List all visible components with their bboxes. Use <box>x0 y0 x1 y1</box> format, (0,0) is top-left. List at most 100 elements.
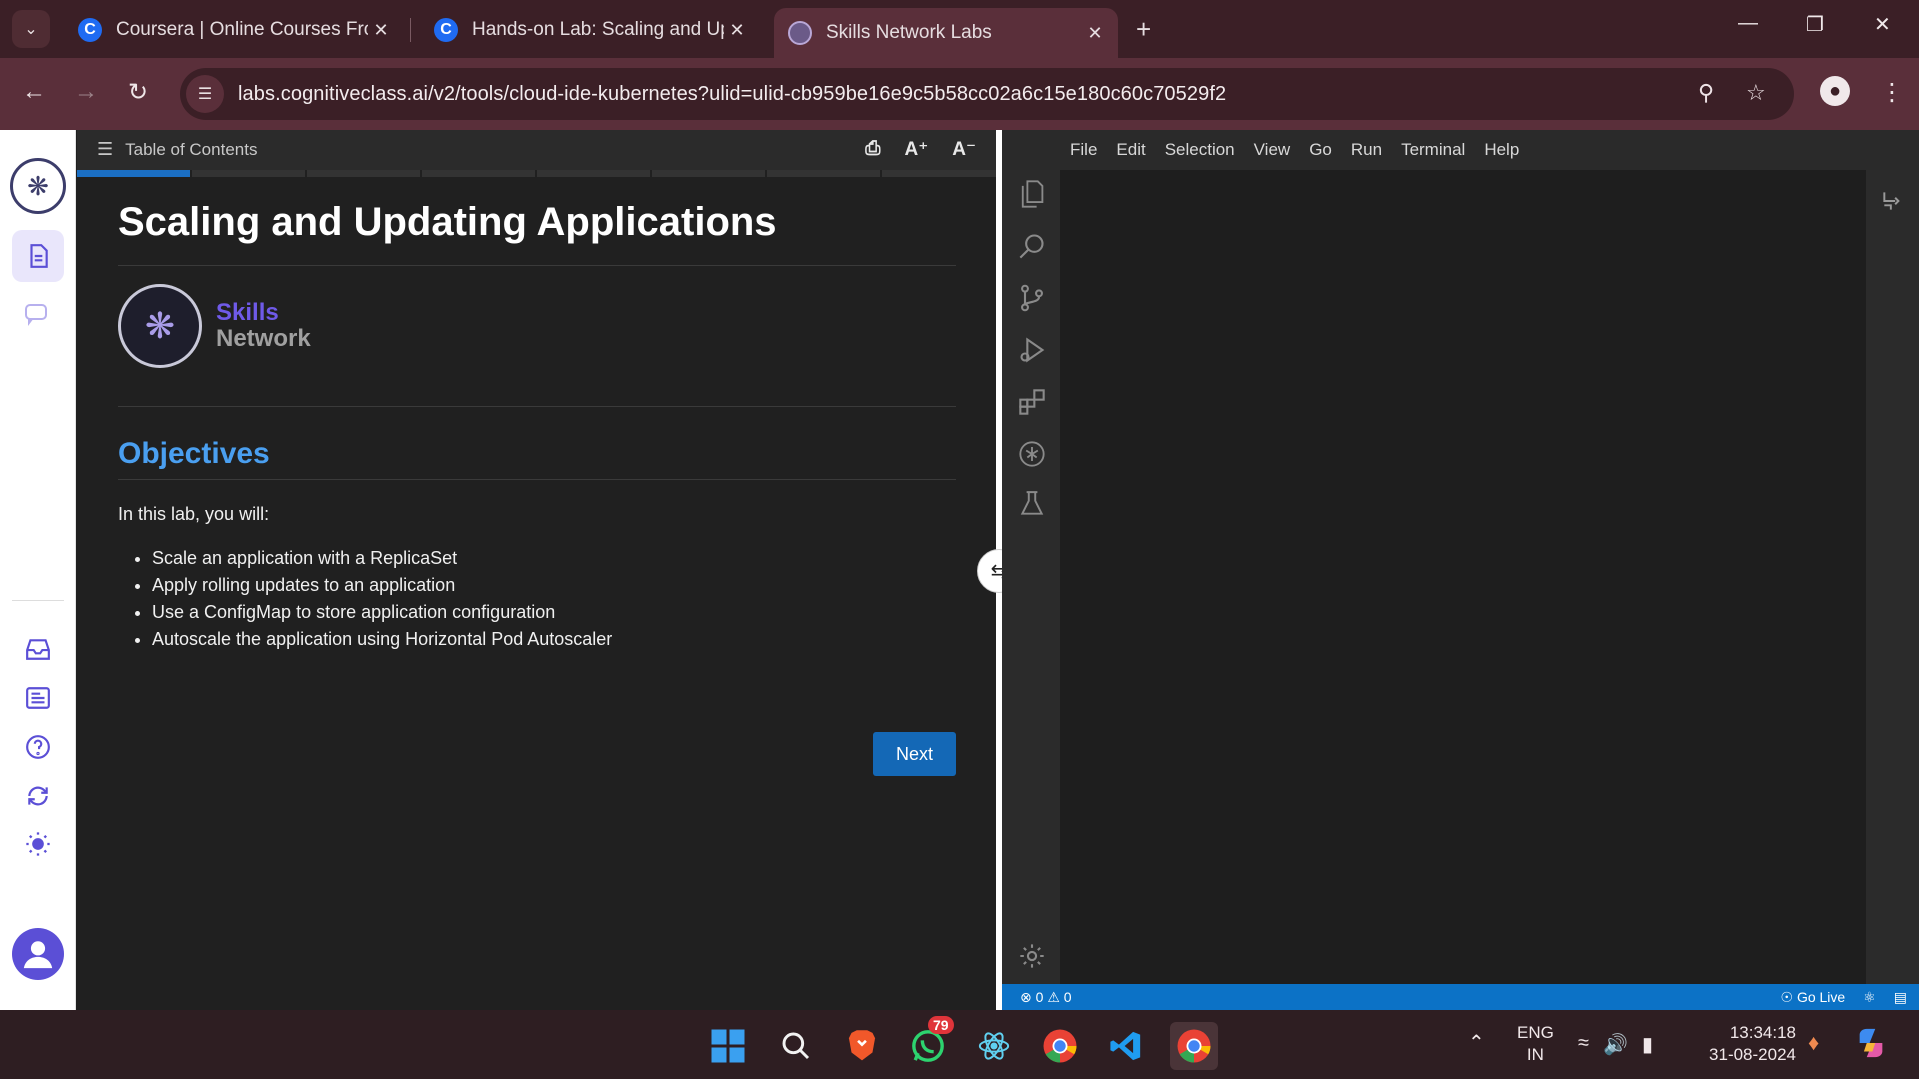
ide-menubar: File Edit Selection View Go Run Terminal… <box>1002 130 1919 170</box>
problems-status[interactable]: ⊗ 0 ⚠ 0 <box>1020 989 1072 1006</box>
skills-network-toolbox-icon[interactable] <box>1016 438 1048 470</box>
taskbar-search-icon[interactable] <box>776 1026 816 1066</box>
windows-taskbar: 79 ⌃ ENG IN ≈ 🔊 ▮ 13:34:18 31-08-2024 ♦ <box>0 1010 1919 1079</box>
coursera-favicon-icon: C <box>434 18 458 42</box>
notification-bell-icon[interactable]: ♦ <box>1808 1030 1819 1056</box>
copilot-icon[interactable] <box>1854 1026 1888 1065</box>
tab-coursera[interactable]: C Coursera | Online Courses From ✕ <box>64 10 404 50</box>
run-debug-icon[interactable] <box>1016 334 1048 366</box>
skills-network-brand: ❋ Skills Network <box>118 284 956 407</box>
show-hidden-icons-chevron-icon[interactable]: ⌃ <box>1468 1030 1485 1055</box>
url-text[interactable]: labs.cognitiveclass.ai/v2/tools/cloud-id… <box>238 83 1226 106</box>
skills-network-logo-icon: ❋ <box>118 284 202 368</box>
forward-icon[interactable]: → <box>74 78 98 106</box>
menu-help[interactable]: Help <box>1484 140 1519 160</box>
explorer-files-icon[interactable] <box>1016 178 1048 210</box>
menu-file[interactable]: File <box>1070 140 1097 160</box>
progress-segment <box>190 170 192 177</box>
instructions-doc-icon[interactable] <box>12 230 64 282</box>
list-item: Autoscale the application using Horizont… <box>152 626 956 653</box>
zoom-icon[interactable]: ⚲ <box>1698 80 1714 106</box>
chrome-profile-icon[interactable] <box>1170 1022 1218 1070</box>
print-icon[interactable]: ⎙ <box>865 138 880 161</box>
go-live-button[interactable]: ☉ Go Live <box>1781 989 1846 1006</box>
tab-skills-network-labs[interactable]: Skills Network Labs ✕ <box>774 8 1118 58</box>
instructions-header: ☰ Table of Contents ⎙ A⁺ A⁻ <box>77 130 996 170</box>
error-count: 0 <box>1035 988 1044 1005</box>
back-icon[interactable]: ← <box>22 78 46 106</box>
ide-secondary-bar <box>1866 170 1919 984</box>
language-code: ENG <box>1517 1023 1554 1042</box>
notifications-bell-icon[interactable]: ⚛ <box>1863 989 1876 1006</box>
input-language[interactable]: ENG IN <box>1517 1022 1554 1066</box>
menu-view[interactable]: View <box>1254 140 1291 160</box>
page-title: Scaling and Updating Applications <box>118 200 956 266</box>
wifi-icon: ≈ <box>1578 1032 1589 1054</box>
progress-segment <box>305 170 307 177</box>
tab-separator <box>410 18 411 42</box>
theme-sun-icon[interactable] <box>12 818 64 870</box>
close-window-icon[interactable]: ✕ <box>1874 12 1891 37</box>
browser-tab-strip: ⌄ C Coursera | Online Courses From ✕ C H… <box>0 0 1919 58</box>
close-tab-icon[interactable]: ✕ <box>1082 23 1108 44</box>
user-avatar-icon[interactable] <box>12 928 64 980</box>
reload-icon[interactable]: ↻ <box>128 78 148 107</box>
extensions-icon[interactable] <box>1016 386 1048 418</box>
tab-title: Hands-on Lab: Scaling and Upd <box>472 19 724 40</box>
brand-network-text: Network <box>216 325 311 352</box>
tab-search-icon[interactable]: ⌄ <box>12 10 50 48</box>
chat-assistant-icon[interactable] <box>12 288 64 340</box>
site-info-icon[interactable]: ☰ <box>186 75 224 113</box>
settings-gear-icon[interactable] <box>1016 940 1048 972</box>
layout-toggle-icon[interactable] <box>1880 188 1906 221</box>
help-icon[interactable] <box>12 721 64 773</box>
skills-network-logo-icon[interactable]: ❋ <box>10 158 66 214</box>
news-icon[interactable] <box>12 672 64 724</box>
system-tray-icons[interactable]: ≈ 🔊 ▮ <box>1578 1032 1653 1057</box>
menu-selection[interactable]: Selection <box>1165 140 1235 160</box>
table-of-contents-button[interactable]: ☰ Table of Contents <box>97 139 257 160</box>
whatsapp-unread-badge: 79 <box>928 1016 954 1034</box>
chrome-icon[interactable] <box>1040 1026 1080 1066</box>
instructions-content: Scaling and Updating Applications ❋ Skil… <box>118 200 956 776</box>
next-button[interactable]: Next <box>873 732 956 776</box>
windows-start-icon[interactable] <box>708 1026 748 1066</box>
inbox-icon[interactable] <box>12 623 64 675</box>
lab-flask-icon[interactable] <box>1016 488 1048 520</box>
close-tab-icon[interactable]: ✕ <box>724 20 750 41</box>
progress-fill <box>77 170 192 177</box>
tab-title: Coursera | Online Courses From <box>116 19 368 40</box>
list-item: Apply rolling updates to an application <box>152 572 956 599</box>
minimize-icon[interactable]: — <box>1738 12 1758 35</box>
restore-icon[interactable]: ❐ <box>1806 12 1824 37</box>
browser-toolbar: ← → ↻ ☰ labs.cognitiveclass.ai/v2/tools/… <box>0 58 1919 130</box>
menu-edit[interactable]: Edit <box>1116 140 1145 160</box>
editor-area[interactable] <box>1060 170 1866 984</box>
lab-progress-bar <box>77 170 996 177</box>
clock[interactable]: 13:34:18 31-08-2024 <box>1700 1022 1796 1066</box>
layout-panel-icon[interactable]: ▤ <box>1894 989 1907 1006</box>
close-tab-icon[interactable]: ✕ <box>368 20 394 41</box>
menu-run[interactable]: Run <box>1351 140 1382 160</box>
progress-segment <box>535 170 537 177</box>
progress-segment <box>880 170 882 177</box>
bookmark-star-icon[interactable]: ☆ <box>1746 80 1766 106</box>
decrease-font-button[interactable]: A⁻ <box>952 138 976 161</box>
profile-icon[interactable]: ● <box>1820 76 1850 106</box>
tab-hands-on-lab[interactable]: C Hands-on Lab: Scaling and Upd ✕ <box>420 10 760 50</box>
refresh-icon[interactable] <box>12 770 64 822</box>
react-app-icon[interactable] <box>974 1026 1014 1066</box>
address-bar[interactable]: ☰ labs.cognitiveclass.ai/v2/tools/cloud-… <box>180 68 1794 120</box>
lab-sidebar: ❋ <box>0 130 76 1010</box>
source-control-icon[interactable] <box>1016 282 1048 314</box>
browser-menu-icon[interactable]: ⋮ <box>1880 78 1904 107</box>
ide-status-bar: ⊗ 0 ⚠ 0 ☉ Go Live ⚛ ▤ <box>1002 984 1919 1010</box>
menu-terminal[interactable]: Terminal <box>1401 140 1465 160</box>
menu-go[interactable]: Go <box>1309 140 1332 160</box>
brave-browser-icon[interactable] <box>842 1026 882 1066</box>
increase-font-button[interactable]: A⁺ <box>905 138 929 161</box>
vscode-icon[interactable] <box>1106 1026 1146 1066</box>
new-tab-icon[interactable]: + <box>1136 14 1151 44</box>
toc-label: Table of Contents <box>125 139 258 159</box>
search-icon[interactable] <box>1016 230 1048 262</box>
